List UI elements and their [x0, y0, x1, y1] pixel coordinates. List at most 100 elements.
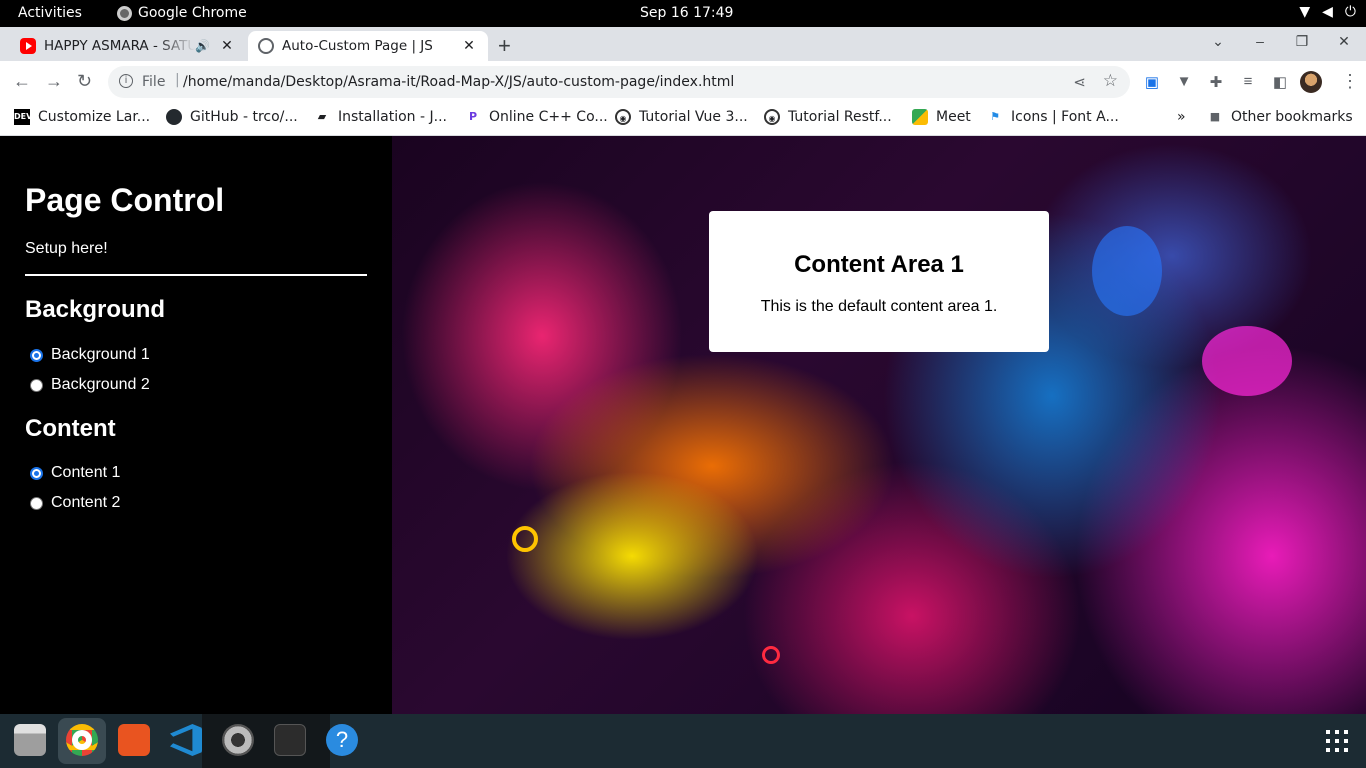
site-info-icon[interactable]: i — [119, 74, 133, 88]
content-2-radio[interactable]: Content 2 — [30, 494, 120, 512]
close-tab-icon[interactable]: ✕ — [458, 38, 480, 54]
background-image: Content Area 1 This is the default conte… — [392, 136, 1366, 714]
terminal-icon[interactable] — [274, 724, 306, 756]
background-1-radio[interactable]: Background 1 — [30, 346, 150, 364]
bookmark-item[interactable]: ◉ Tutorial Vue 3... — [615, 109, 748, 125]
radio-button[interactable] — [30, 378, 43, 392]
files-icon[interactable] — [14, 724, 46, 756]
url-separator: | — [175, 72, 180, 88]
radio-button[interactable] — [30, 348, 43, 362]
tab-strip: HAPPY ASMARA - SATU 🔊 ✕ Auto-Custom Page… — [0, 27, 1366, 61]
radio-label[interactable]: Content 2 — [51, 494, 120, 512]
bookmark-item[interactable]: Meet — [912, 109, 971, 125]
tab-title: Auto-Custom Page | JS — [282, 38, 433, 54]
content-1-radio[interactable]: Content 1 — [30, 464, 120, 482]
close-window-button[interactable]: ✕ — [1334, 33, 1354, 50]
app-name: Google Chrome — [138, 5, 247, 21]
radio-label[interactable]: Content 1 — [51, 464, 120, 482]
site-icon: ◉ — [764, 109, 780, 125]
bookmark-item[interactable]: ◉ Tutorial Restf... — [764, 109, 892, 125]
bookmark-star-icon[interactable]: ☆ — [1103, 71, 1118, 91]
bookmark-label: Meet — [936, 109, 971, 125]
screen-capture-extension-icon[interactable]: ▣ — [1143, 73, 1161, 91]
profile-avatar[interactable] — [1300, 71, 1322, 93]
extensions-puzzle-icon[interactable]: ✚ — [1207, 73, 1225, 91]
bookmark-item[interactable]: P Online C++ Co... — [465, 109, 608, 125]
bookmark-label: GitHub - trco/... — [190, 109, 298, 125]
background-2-radio[interactable]: Background 2 — [30, 376, 150, 394]
content-heading: Content — [25, 415, 116, 442]
back-button[interactable]: ← — [13, 71, 31, 92]
share-icon[interactable]: ⋖ — [1073, 73, 1086, 91]
audio-playing-icon[interactable]: 🔊 — [195, 39, 210, 53]
radio-label[interactable]: Background 2 — [51, 376, 150, 394]
radio-button[interactable] — [30, 466, 43, 480]
setup-subtitle: Setup here! — [25, 240, 108, 257]
clock[interactable]: Sep 16 17:49 — [640, 5, 733, 21]
tab-search-icon[interactable]: ⌄ — [1208, 33, 1228, 50]
show-apps-grid-icon[interactable] — [1326, 730, 1348, 752]
other-bookmarks-label: Other bookmarks — [1231, 109, 1353, 125]
folder-icon: ■ — [1209, 110, 1221, 123]
compiler-icon: P — [468, 110, 478, 123]
paint-splash — [1092, 226, 1162, 316]
paint-splash — [1202, 326, 1292, 396]
close-tab-icon[interactable]: ✕ — [216, 38, 238, 54]
side-panel-icon[interactable]: ◧ — [1271, 73, 1289, 91]
other-bookmarks-folder[interactable]: ■ Other bookmarks — [1207, 109, 1353, 125]
reading-list-icon[interactable]: ≡ — [1239, 73, 1257, 91]
book-icon: ▰ — [317, 110, 327, 123]
address-bar[interactable]: i File | /home/manda/Desktop/Asrama-it/R… — [108, 66, 1130, 98]
paint-splash — [512, 526, 538, 552]
system-top-bar: Activities Google Chrome Sep 16 17:49 ▼ … — [0, 0, 1366, 27]
site-icon: ◉ — [615, 109, 631, 125]
forward-button[interactable]: → — [45, 71, 63, 92]
volume-icon: ◀ — [1322, 4, 1333, 20]
background-heading: Background — [25, 296, 166, 323]
window-controls: ⌄ – ❐ ✕ — [1208, 33, 1354, 50]
vscode-icon[interactable] — [170, 724, 202, 756]
globe-icon — [258, 38, 274, 54]
chrome-menu-icon[interactable]: ⋮ — [1341, 71, 1359, 92]
app-menu[interactable]: Google Chrome — [117, 5, 247, 21]
help-icon[interactable]: ? — [326, 724, 358, 756]
settings-icon[interactable] — [222, 724, 254, 756]
web-page: Page Control Setup here! Background Back… — [0, 136, 1366, 714]
bookmark-label: Icons | Font A... — [1011, 109, 1119, 125]
reload-button[interactable]: ↻ — [77, 71, 92, 92]
bookmark-item[interactable]: ▰ Installation - J... — [314, 109, 447, 125]
restore-button[interactable]: ❐ — [1292, 33, 1312, 50]
divider — [25, 274, 367, 276]
new-tab-button[interactable]: + — [498, 33, 511, 59]
tab-auto-custom-page[interactable]: Auto-Custom Page | JS ✕ — [248, 31, 488, 61]
browser-toolbar: ← → ↻ i File | /home/manda/Desktop/Asram… — [0, 61, 1366, 103]
chrome-icon[interactable] — [66, 724, 98, 756]
bookmark-item[interactable]: GitHub - trco/... — [166, 109, 298, 125]
bookmarks-overflow-button[interactable]: » — [1177, 109, 1186, 125]
software-icon[interactable] — [118, 724, 150, 756]
radio-label[interactable]: Background 1 — [51, 346, 150, 364]
youtube-icon — [20, 38, 36, 54]
bookmark-label: Tutorial Restf... — [788, 109, 892, 125]
bookmark-label: Online C++ Co... — [489, 109, 608, 125]
url-text[interactable]: /home/manda/Desktop/Asrama-it/Road-Map-X… — [183, 74, 734, 90]
tab-youtube[interactable]: HAPPY ASMARA - SATU 🔊 ✕ — [10, 31, 246, 61]
dev-icon: DEV — [14, 109, 32, 125]
chrome-small-icon — [117, 5, 132, 21]
paint-splash — [762, 646, 780, 664]
flag-icon: ⚑ — [990, 110, 1000, 123]
bookmark-label: Installation - J... — [338, 109, 447, 125]
bookmark-item[interactable]: ⚑ Icons | Font A... — [987, 109, 1119, 125]
taskbar-dock: ? — [0, 714, 1366, 768]
bookmark-label: Customize Lar... — [38, 109, 151, 125]
system-tray[interactable]: ▼ ◀ ⏻ — [1299, 4, 1356, 20]
bookmark-item[interactable]: DEV Customize Lar... — [14, 109, 150, 125]
minimize-button[interactable]: – — [1250, 33, 1270, 50]
meet-icon — [912, 109, 928, 125]
radio-button[interactable] — [30, 496, 43, 510]
bookmarks-bar: DEV Customize Lar... GitHub - trco/... ▰… — [0, 103, 1366, 136]
content-title: Content Area 1 — [794, 251, 964, 278]
url-scheme: File — [142, 74, 166, 90]
activities-button[interactable]: Activities — [18, 5, 82, 21]
vue-extension-icon[interactable]: ▼ — [1175, 73, 1193, 91]
